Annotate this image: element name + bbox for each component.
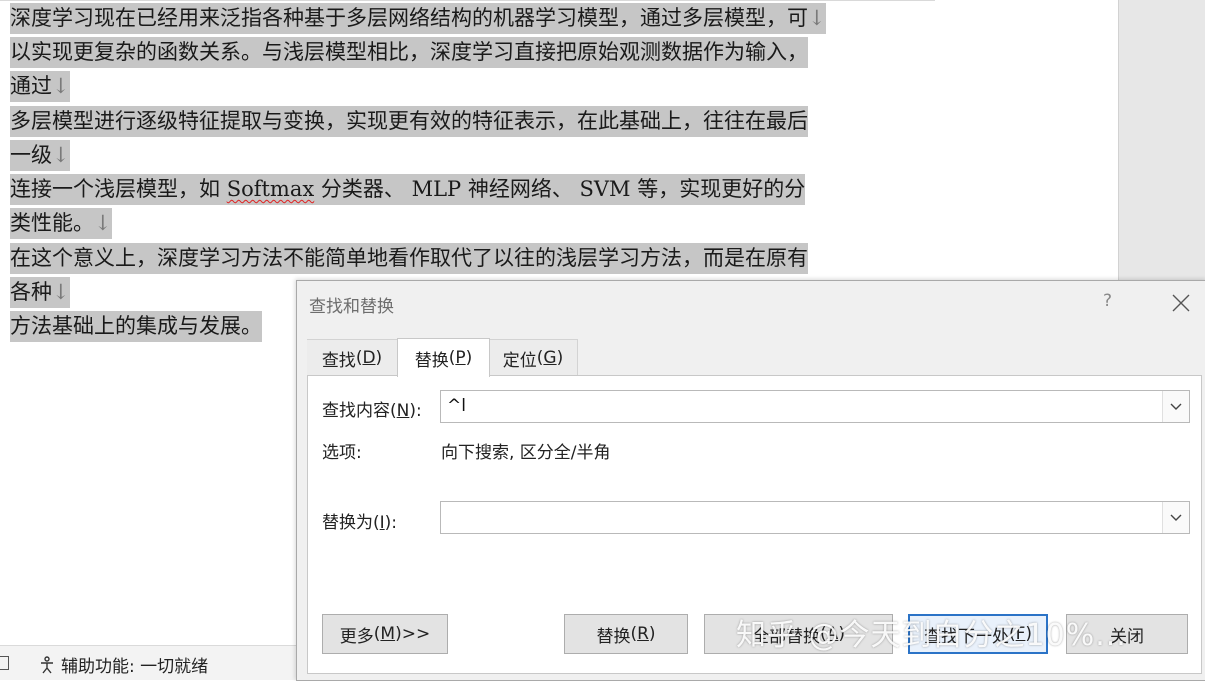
doc-line-6[interactable]: 连接一个浅层模型，如 Softmax 分类器、 MLP 神经网络、 SVM 等，… [10, 174, 806, 205]
tab-replace[interactable]: 替换(P) [397, 338, 490, 377]
more-button[interactable]: 更多(M) >> [322, 614, 448, 654]
replace-with-input[interactable] [440, 501, 1190, 534]
watermark-text: 知乎 @今天到白分之10%... [736, 618, 1127, 653]
page-view-icon[interactable] [0, 656, 9, 670]
accessibility-icon [37, 655, 57, 675]
tab-goto[interactable]: 定位(G) [489, 339, 578, 376]
tab-find[interactable]: 查找(D) [307, 339, 398, 376]
doc-line-8[interactable]: 在这个意义上，深度学习方法不能简单地看作取代了以往的浅层学习方法，而是在原有 [10, 243, 808, 274]
chevron-down-icon[interactable] [1162, 391, 1189, 422]
page-top-border [0, 0, 935, 1]
doc-line-5[interactable]: 一级↓ [10, 140, 70, 171]
doc-line-4[interactable]: 多层模型进行逐级特征提取与变换，实现更有效的特征表示，在此基础上，往往在最后 [10, 106, 808, 137]
close-icon[interactable] [1171, 293, 1191, 313]
doc-line-9[interactable]: 各种↓ [10, 277, 70, 308]
options-label: 选项: [322, 443, 362, 463]
replace-with-label: 替换为(I): [322, 513, 398, 533]
find-what-input[interactable]: ^l [440, 390, 1190, 423]
options-value: 向下搜索, 区分全/半角 [441, 443, 611, 463]
replace-button[interactable]: 替换(R) [564, 614, 688, 654]
doc-line-3[interactable]: 通过↓ [10, 71, 70, 102]
accessibility-label: 辅助功能: 一切就绪 [61, 657, 209, 677]
find-what-label: 查找内容(N): [322, 401, 422, 421]
spellcheck-word[interactable]: Softmax [227, 177, 315, 201]
doc-line-2[interactable]: 以实现更复杂的函数关系。与浅层模型相比，深度学习直接把原始观测数据作为输入， [10, 37, 808, 68]
dialog-title: 查找和替换 [309, 297, 394, 317]
doc-line-7[interactable]: 类性能。↓ [10, 208, 112, 239]
chevron-down-icon[interactable] [1162, 502, 1189, 533]
accessibility-status[interactable]: 辅助功能: 一切就绪 [37, 652, 208, 677]
doc-line-10[interactable]: 方法基础上的集成与发展。 [10, 311, 262, 342]
help-button[interactable]: ? [1103, 291, 1112, 311]
doc-line-1[interactable]: 深度学习现在已经用来泛指各种基于多层网络结构的机器学习模型，通过多层模型，可↓ [10, 3, 826, 34]
